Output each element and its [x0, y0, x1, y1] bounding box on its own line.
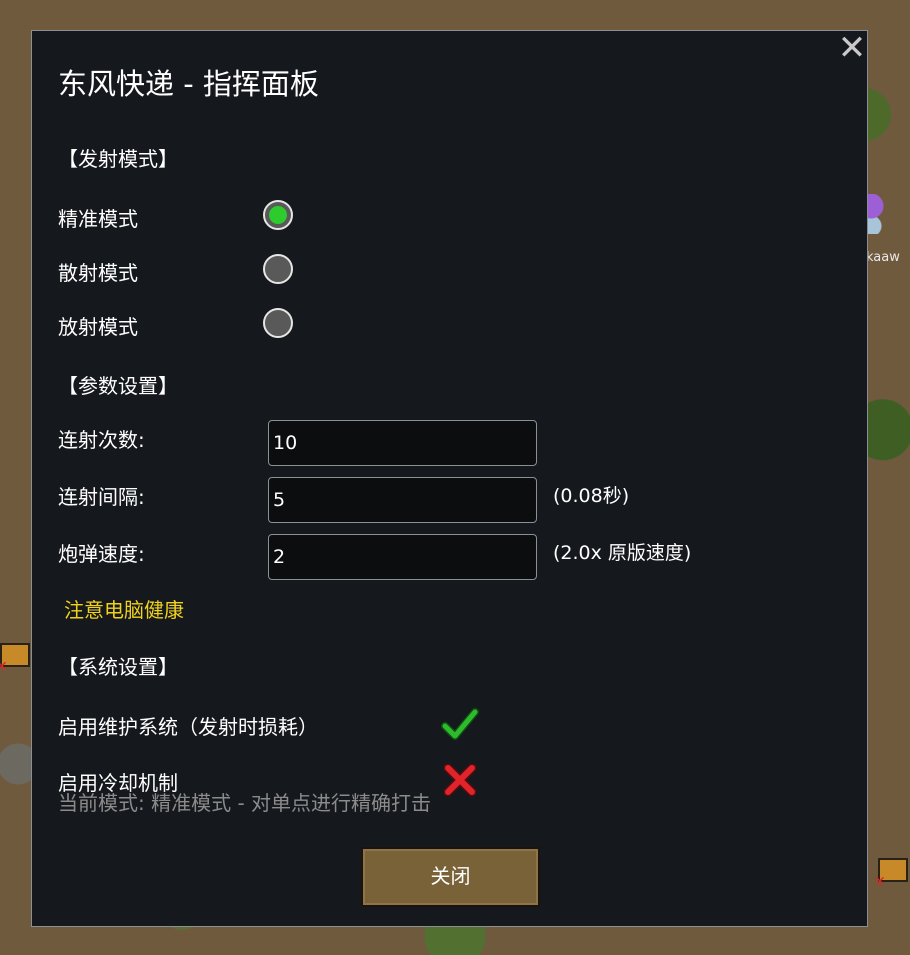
current-mode-status: 当前模式: 精准模式 - 对单点进行精确打击: [58, 791, 432, 815]
shell-speed-note: (2.0x 原版速度): [553, 542, 692, 564]
command-panel-dialog: ✕ 东风快递 - 指挥面板 【发射模式】 精准模式 散射模式 放射模式 【参数设…: [31, 30, 868, 927]
health-warning: 注意电脑健康: [64, 598, 184, 622]
dialog-title: 东风快递 - 指挥面板: [58, 67, 319, 101]
burst-count-label: 连射次数:: [58, 428, 145, 452]
burst-interval-input[interactable]: [268, 477, 537, 523]
mode-precise-radio[interactable]: [263, 200, 293, 230]
burst-interval-label: 连射间隔:: [58, 485, 145, 509]
mode-radial-radio[interactable]: [263, 308, 293, 338]
mode-scatter-label: 散射模式: [58, 261, 138, 285]
system-heading: 【系统设置】: [58, 655, 178, 679]
shell-speed-label: 炮弹速度:: [58, 542, 145, 566]
mode-scatter-radio[interactable]: [263, 254, 293, 284]
close-button[interactable]: 关闭: [361, 847, 540, 907]
cross-icon[interactable]: [440, 760, 480, 800]
burst-count-input[interactable]: [268, 420, 537, 466]
maintenance-label: 启用维护系统（发射时损耗）: [58, 715, 318, 739]
checkmark-icon[interactable]: [440, 704, 480, 744]
pawn-name-label: kaaw: [866, 250, 900, 265]
shell-speed-input[interactable]: [268, 534, 537, 580]
forbidden-item-marker[interactable]: [874, 858, 908, 890]
mode-radial-label: 放射模式: [58, 315, 138, 339]
close-icon[interactable]: ✕: [835, 31, 869, 65]
burst-interval-note: (0.08秒): [553, 485, 630, 507]
params-heading: 【参数设置】: [58, 374, 178, 398]
forbidden-item-marker[interactable]: [0, 643, 30, 675]
mode-precise-label: 精准模式: [58, 207, 138, 231]
fire-mode-heading: 【发射模式】: [58, 147, 178, 171]
